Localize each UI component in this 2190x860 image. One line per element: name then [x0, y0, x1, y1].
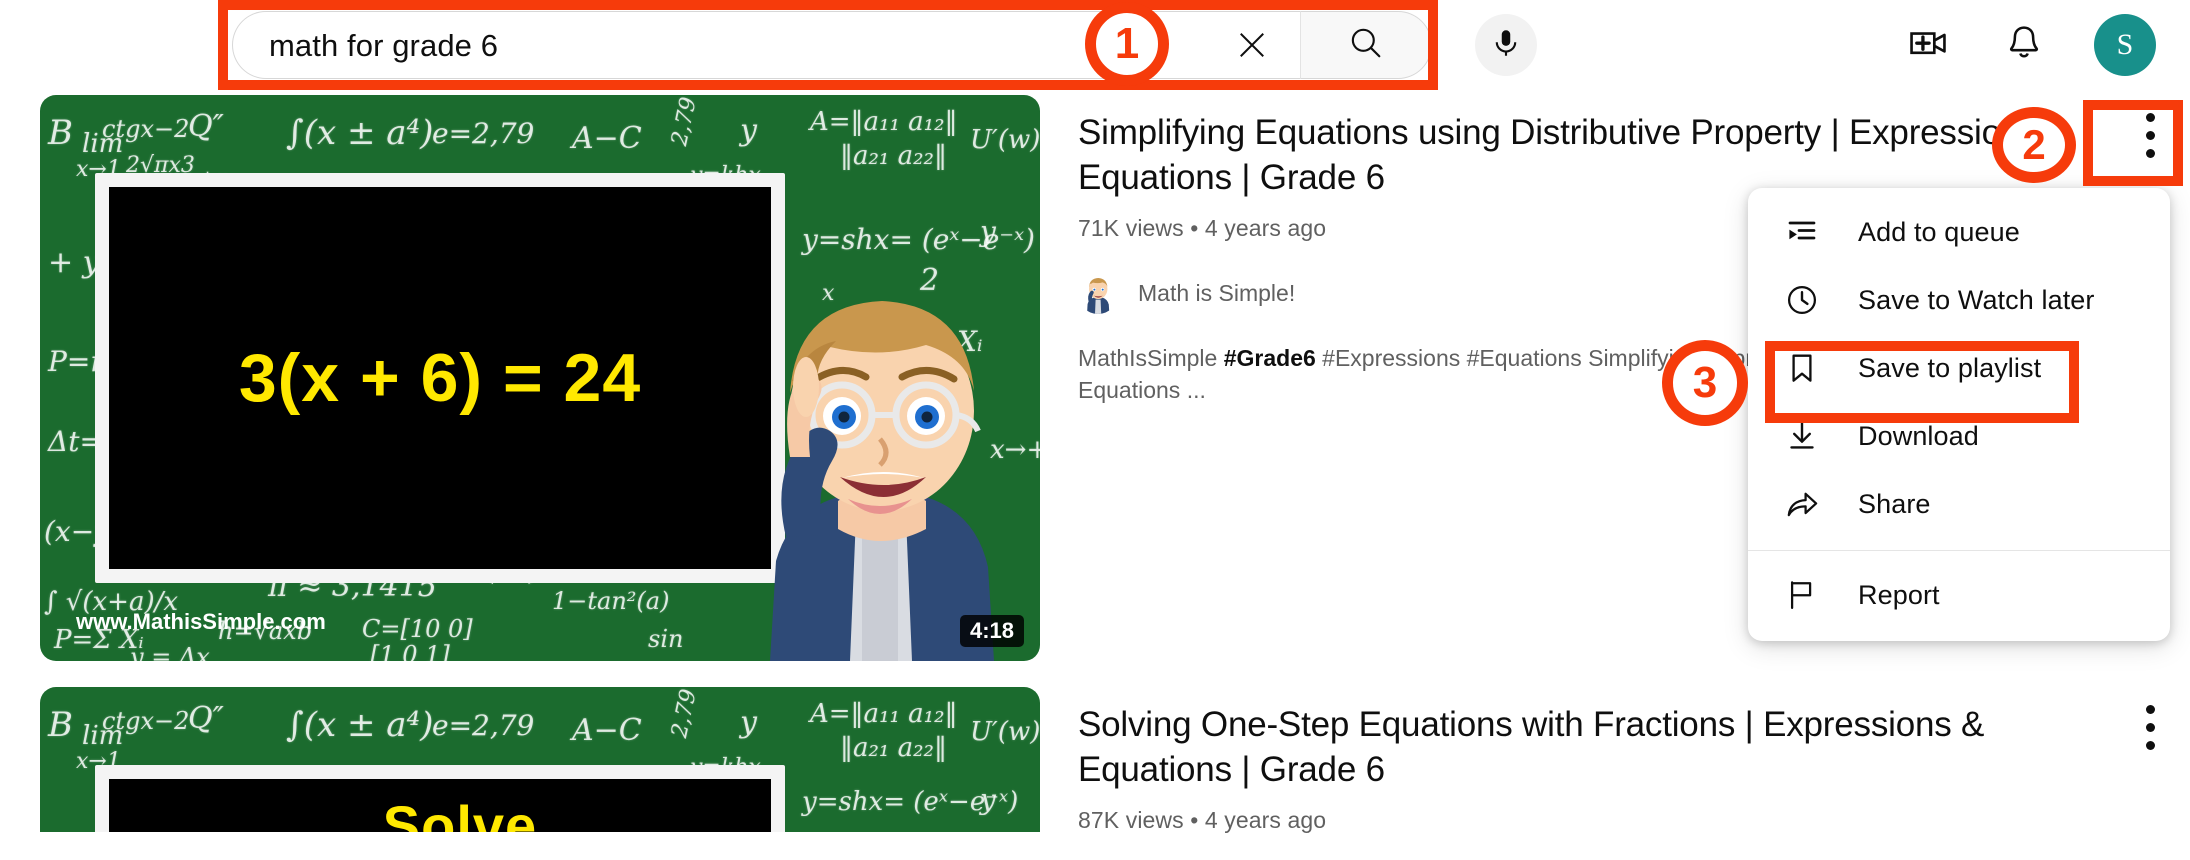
menu-divider	[1748, 550, 2170, 551]
create-video-camera-plus-icon	[1907, 22, 1949, 69]
upload-age: 4 years ago	[1204, 214, 1327, 241]
menu-item-share[interactable]: Share	[1748, 470, 2170, 538]
menu-item-report[interactable]: Report	[1748, 561, 2170, 629]
channel-name: Math is Simple!	[1138, 280, 1296, 307]
annotation-badge-number: 1	[1114, 19, 1140, 68]
video-duration-badge: 4:18	[959, 615, 1024, 647]
youtube-search-results-page: math for grade 6 S B lim ctgx−2 Q″ x→1 2…	[0, 0, 2190, 860]
add-to-queue-icon	[1782, 212, 1822, 252]
thumbnail-watermark: www.MathisSimple.com	[76, 609, 326, 634]
account-avatar[interactable]: S	[2094, 14, 2156, 76]
video-title[interactable]: Solving One-Step Equations with Fraction…	[1078, 703, 2078, 793]
annotation-badge-number: 2	[2022, 121, 2046, 168]
clock-watch-later-icon	[1782, 280, 1822, 320]
menu-item-label: Save to Watch later	[1858, 284, 2095, 315]
description-hashtag: #Grade6	[1223, 344, 1316, 371]
upload-age: 4 years ago	[1204, 806, 1327, 833]
menu-item-save-to-playlist[interactable]: Save to playlist	[1748, 334, 2170, 402]
annotation-badge-3: 3	[1662, 340, 1748, 426]
video-thumbnail[interactable]: B lim ctgx−2 Q″ x→1 ∫(x ± a⁴) e=2,79 A−C…	[40, 687, 1040, 832]
video-kebab-menu-button[interactable]	[2110, 95, 2190, 175]
stats-separator: •	[1190, 806, 1199, 833]
bookmark-save-playlist-icon	[1782, 348, 1822, 388]
more-vertical-kebab-icon	[2145, 700, 2155, 754]
inner-blackboard: Solve	[95, 765, 785, 832]
avatar-initial: S	[2116, 28, 2134, 61]
clear-search-icon[interactable]	[1228, 21, 1276, 69]
stats-separator: •	[1190, 214, 1199, 241]
view-count: 71K views	[1078, 214, 1184, 241]
thumbnail-equation: 3(x + 6) = 24	[238, 340, 642, 416]
menu-item-label: Share	[1858, 488, 1931, 519]
video-kebab-menu-button[interactable]	[2110, 687, 2190, 767]
search-submit-button[interactable]	[1300, 11, 1432, 79]
menu-item-save-to-watch-later[interactable]: Save to Watch later	[1748, 266, 2170, 334]
video-metadata: Solving One-Step Equations with Fraction…	[1040, 687, 2190, 834]
menu-item-label: Add to queue	[1858, 216, 2020, 247]
search-result-item: B lim ctgx−2 Q″ x→1 ∫(x ± a⁴) e=2,79 A−C…	[0, 687, 2190, 834]
menu-item-add-to-queue[interactable]: Add to queue	[1748, 198, 2170, 266]
video-thumbnail[interactable]: B lim ctgx−2 Q″ x→1 2√πx3 +∞ ∫(x ± a⁴) e…	[40, 95, 1040, 661]
search-bar[interactable]: math for grade 6	[232, 11, 1432, 79]
video-context-menu: Add to queue Save to Watch later Save to…	[1748, 188, 2170, 641]
channel-avatar	[1078, 273, 1118, 314]
view-count: 87K views	[1078, 806, 1184, 833]
inner-blackboard: 3(x + 6) = 24	[95, 173, 785, 583]
create-video-button[interactable]	[1902, 19, 1954, 71]
thumbnail-equation: Solve	[382, 794, 538, 832]
menu-item-label: Save to playlist	[1858, 352, 2042, 383]
menu-item-download[interactable]: Download	[1748, 402, 2170, 470]
annotation-badge-2: 2	[1992, 107, 2076, 183]
annotation-badge-1: 1	[1085, 2, 1169, 86]
voice-search-button[interactable]	[1475, 14, 1537, 76]
magnifier-search-icon	[1347, 24, 1385, 67]
notifications-button[interactable]	[1998, 19, 2050, 71]
annotation-badge-number: 3	[1692, 358, 1718, 407]
channel-link[interactable]: Math is Simple!	[1078, 273, 1296, 314]
video-stats: 87K views • 4 years ago	[1078, 807, 2190, 834]
menu-item-label: Download	[1858, 420, 1979, 451]
microphone-icon	[1489, 26, 1523, 65]
description-prefix: MathIsSimple	[1078, 344, 1224, 371]
download-arrow-icon	[1782, 416, 1822, 456]
share-arrow-icon	[1782, 484, 1822, 524]
flag-report-icon	[1782, 575, 1822, 615]
menu-item-label: Report	[1858, 579, 1940, 610]
cartoon-teacher-illustration	[770, 301, 994, 661]
more-vertical-kebab-icon	[2145, 108, 2155, 162]
bell-notification-icon	[2003, 22, 2045, 69]
search-input[interactable]: math for grade 6	[269, 30, 498, 61]
header-actions: S	[1902, 11, 2156, 79]
